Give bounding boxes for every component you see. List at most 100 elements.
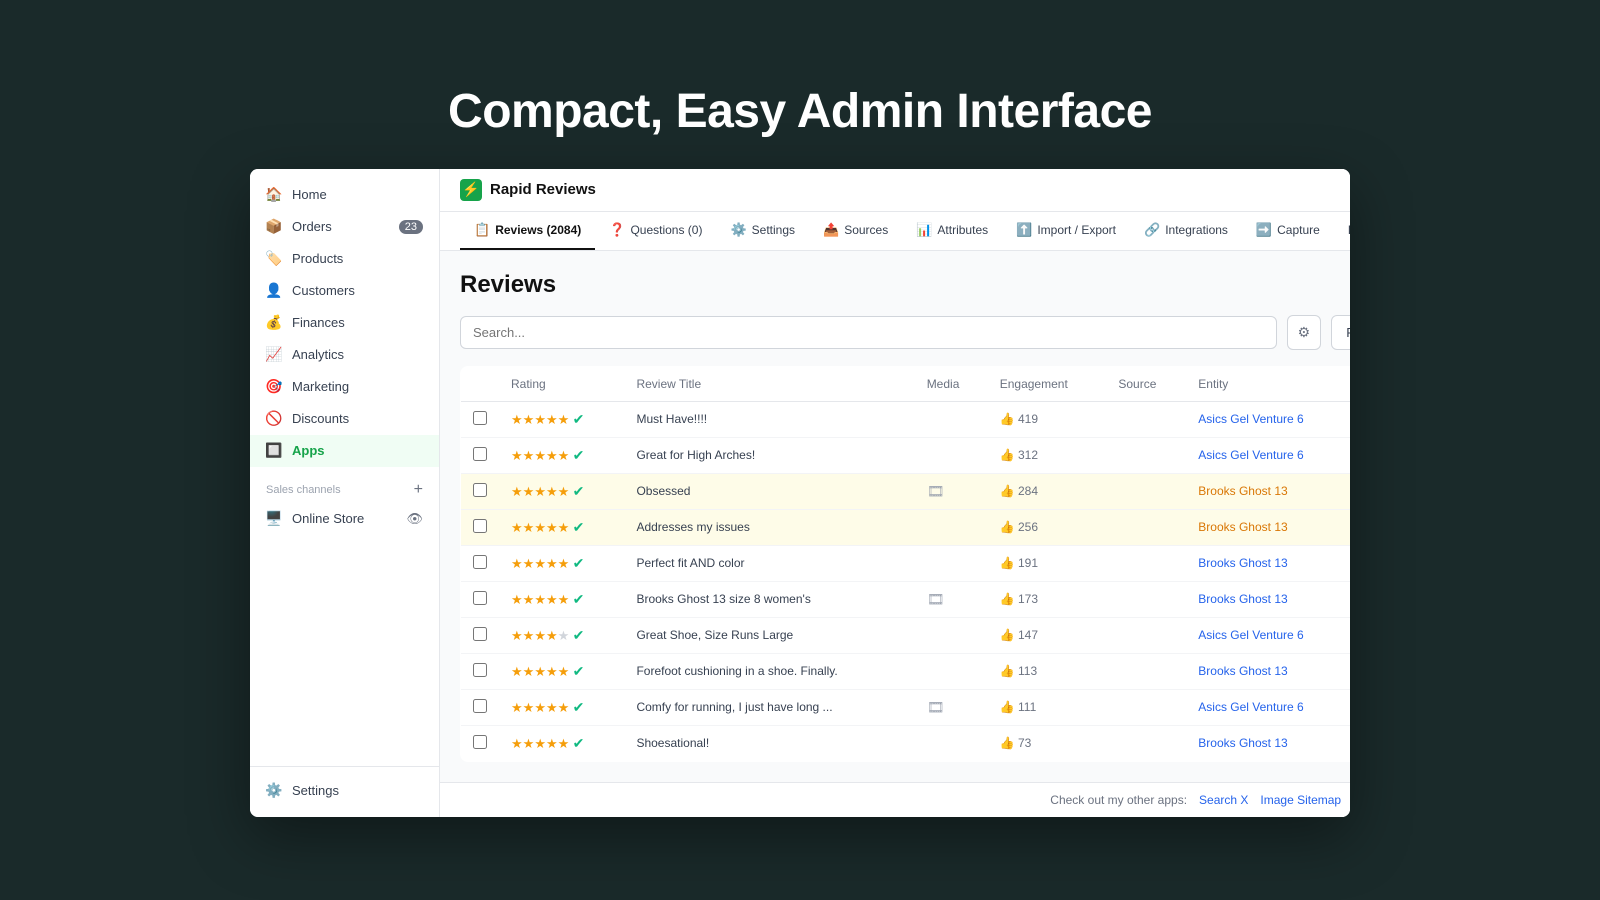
media-cell bbox=[915, 509, 988, 545]
table-row: ★★★★★ ✔ Comfy for running, I just have l… bbox=[461, 689, 1351, 725]
row-checkbox[interactable] bbox=[473, 483, 487, 497]
entity-link[interactable]: Asics Gel Venture 6 bbox=[1198, 412, 1303, 426]
entity-cell: Brooks Ghost 13 bbox=[1186, 473, 1350, 509]
row-checkbox[interactable] bbox=[473, 591, 487, 605]
sidebar-item-online-store[interactable]: 🖥️ Online Store 👁 bbox=[250, 503, 439, 535]
main-content: ⚡ Rapid Reviews by William Belk 📋Reviews… bbox=[440, 169, 1350, 817]
capture-tab-icon: ➡️ bbox=[1256, 222, 1272, 238]
media-cell: 🎞 bbox=[915, 581, 988, 617]
col-engagement: Engagement bbox=[988, 366, 1107, 401]
footer-label: Check out my other apps: bbox=[1050, 793, 1187, 807]
row-checkbox[interactable] bbox=[473, 699, 487, 713]
entity-link[interactable]: Brooks Ghost 13 bbox=[1198, 556, 1287, 570]
engagement-cell: 👍 111 bbox=[988, 689, 1107, 725]
likes: 👍 191 bbox=[1000, 556, 1095, 570]
entity-link[interactable]: Brooks Ghost 13 bbox=[1198, 736, 1287, 750]
sort-select[interactable]: PopularNewestOldestHighest RatingLowest … bbox=[1331, 315, 1350, 350]
row-checkbox[interactable] bbox=[473, 447, 487, 461]
entity-cell: Asics Gel Venture 6 bbox=[1186, 401, 1350, 437]
source-cell bbox=[1106, 509, 1186, 545]
media-cell bbox=[915, 725, 988, 761]
verified-icon: ✔ bbox=[573, 411, 585, 427]
table-row: ★★★★★ ✔ Forefoot cushioning in a shoe. F… bbox=[461, 653, 1351, 689]
rating-cell: ★★★★★ ✔ bbox=[499, 509, 624, 545]
entity-link[interactable]: Brooks Ghost 13 bbox=[1198, 664, 1287, 678]
row-checkbox[interactable] bbox=[473, 735, 487, 749]
media-cell bbox=[915, 653, 988, 689]
eye-icon[interactable]: 👁 bbox=[406, 511, 423, 527]
sidebar-item-finances[interactable]: 💰 Finances bbox=[250, 307, 439, 339]
review-title-cell: Great for High Arches! bbox=[624, 437, 914, 473]
sidebar-item-settings[interactable]: ⚙️ Settings bbox=[250, 775, 439, 807]
sidebar-item-label: Online Store bbox=[292, 511, 364, 526]
sidebar-item-discounts[interactable]: 🚫 Discounts bbox=[250, 403, 439, 435]
sidebar-item-analytics[interactable]: 📈 Analytics bbox=[250, 339, 439, 371]
sidebar-item-marketing[interactable]: 🎯 Marketing bbox=[250, 371, 439, 403]
tab-import-export[interactable]: ⬆️Import / Export bbox=[1002, 212, 1130, 250]
source-cell bbox=[1106, 545, 1186, 581]
engagement-cell: 👍 73 bbox=[988, 725, 1107, 761]
sidebar-item-products[interactable]: 🏷️ Products bbox=[250, 243, 439, 275]
tab-docs[interactable]: Docs bbox=[1334, 212, 1350, 250]
stars: ★★★★★ bbox=[511, 521, 569, 535]
tab-label: Integrations bbox=[1165, 223, 1228, 237]
verified-icon: ✔ bbox=[573, 591, 585, 607]
search-filter-row: ⚙ PopularNewestOldestHighest RatingLowes… bbox=[460, 315, 1350, 350]
review-title-cell: Brooks Ghost 13 size 8 women's bbox=[624, 581, 914, 617]
rating-cell: ★★★★★ ✔ bbox=[499, 473, 624, 509]
footer-link-imagesitemap[interactable]: Image Sitemap bbox=[1260, 793, 1341, 807]
stars: ★★★★★ bbox=[511, 449, 569, 463]
table-row: ★★★★★ ✔ Addresses my issues 👍 256 Brooks… bbox=[461, 509, 1351, 545]
entity-link[interactable]: Brooks Ghost 13 bbox=[1198, 592, 1287, 606]
row-checkbox[interactable] bbox=[473, 627, 487, 641]
tab-capture[interactable]: ➡️Capture bbox=[1242, 212, 1334, 250]
likes: 👍 312 bbox=[1000, 448, 1095, 462]
tab-attributes[interactable]: 📊Attributes bbox=[902, 212, 1002, 250]
rating-cell: ★★★★★ ✔ bbox=[499, 689, 624, 725]
search-input[interactable] bbox=[460, 316, 1277, 349]
add-sales-channel-button[interactable]: + bbox=[414, 481, 423, 499]
row-checkbox[interactable] bbox=[473, 663, 487, 677]
media-icon: 🎞 bbox=[927, 483, 945, 499]
monitor-icon: 🖥️ bbox=[266, 511, 282, 527]
entity-link[interactable]: Asics Gel Venture 6 bbox=[1198, 628, 1303, 642]
entity-cell: Brooks Ghost 13 bbox=[1186, 581, 1350, 617]
stars: ★★★★★ bbox=[511, 485, 569, 499]
source-cell bbox=[1106, 689, 1186, 725]
sidebar-item-home[interactable]: 🏠 Home bbox=[250, 179, 439, 211]
stars: ★★★★★ bbox=[511, 593, 569, 607]
tab-sources[interactable]: 📤Sources bbox=[809, 212, 902, 250]
rating-cell: ★★★★★ ✔ bbox=[499, 401, 624, 437]
media-icon: 🎞 bbox=[927, 591, 945, 607]
filter-button[interactable]: ⚙ bbox=[1287, 315, 1322, 350]
tab-label: Import / Export bbox=[1037, 223, 1116, 237]
source-cell bbox=[1106, 437, 1186, 473]
likes: 👍 113 bbox=[1000, 664, 1095, 678]
tab-integrations[interactable]: 🔗 Integrations bbox=[1130, 212, 1242, 250]
stars: ★★★★★ bbox=[511, 701, 569, 715]
likes: 👍 147 bbox=[1000, 628, 1095, 642]
likes: 👍 111 bbox=[1000, 700, 1095, 714]
entity-link[interactable]: Brooks Ghost 13 bbox=[1198, 484, 1287, 498]
sidebar-item-orders[interactable]: 📦 Orders 23 bbox=[250, 211, 439, 243]
tab-settings[interactable]: ⚙️Settings bbox=[716, 212, 809, 250]
sidebar-item-apps[interactable]: 🔲 Apps bbox=[250, 435, 439, 467]
sidebar-item-label: Apps bbox=[292, 443, 325, 458]
row-checkbox[interactable] bbox=[473, 519, 487, 533]
sidebar-item-label: Home bbox=[292, 187, 327, 202]
marketing-icon: 🎯 bbox=[266, 379, 282, 395]
verified-icon: ✔ bbox=[573, 447, 585, 463]
entity-link[interactable]: Asics Gel Venture 6 bbox=[1198, 448, 1303, 462]
sidebar-item-customers[interactable]: 👤 Customers bbox=[250, 275, 439, 307]
row-checkbox[interactable] bbox=[473, 555, 487, 569]
entity-link[interactable]: Asics Gel Venture 6 bbox=[1198, 700, 1303, 714]
integrations-tab-icon: 🔗 bbox=[1144, 222, 1160, 238]
row-checkbox[interactable] bbox=[473, 411, 487, 425]
tab-reviews[interactable]: 📋Reviews (2084) bbox=[460, 212, 595, 250]
tab-questions[interactable]: ❓Questions (0) bbox=[595, 212, 716, 250]
footer-link-searchx[interactable]: Search X bbox=[1199, 793, 1248, 807]
orders-icon: 📦 bbox=[266, 219, 282, 235]
source-cell bbox=[1106, 653, 1186, 689]
col-entity: Entity bbox=[1186, 366, 1350, 401]
entity-link[interactable]: Brooks Ghost 13 bbox=[1198, 520, 1287, 534]
